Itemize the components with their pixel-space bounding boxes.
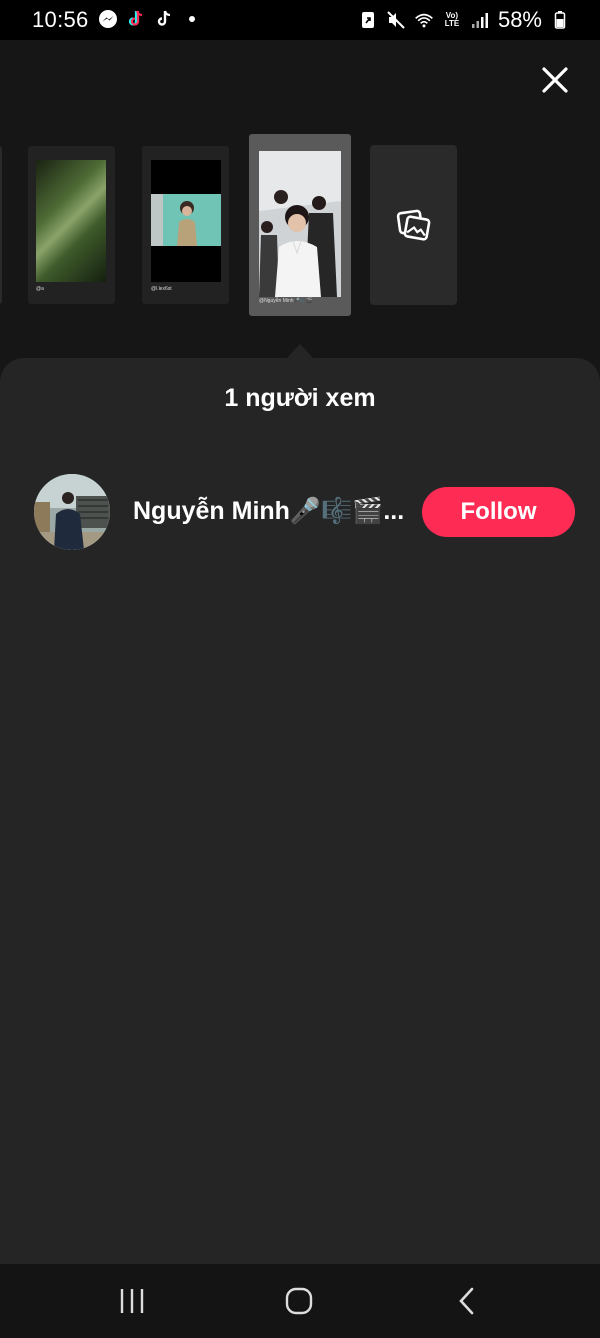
wifi-icon xyxy=(414,10,434,30)
mute-icon xyxy=(386,10,406,30)
sheet-pointer xyxy=(286,344,314,359)
tiktok-icon xyxy=(154,9,174,29)
back-button[interactable] xyxy=(449,1284,485,1318)
close-button[interactable] xyxy=(537,62,573,98)
battery-icon xyxy=(550,10,570,30)
messenger-icon xyxy=(98,9,118,29)
system-navigation-bar xyxy=(0,1264,600,1338)
viewer-name[interactable]: Nguyễn Minh🎤🎼🎬... xyxy=(133,497,404,526)
story-thumbnail-image xyxy=(259,151,341,297)
story-thumbnail-caption: @a xyxy=(36,286,44,292)
recents-icon xyxy=(120,1289,144,1313)
follow-button[interactable]: Follow xyxy=(422,487,575,537)
story-thumbnail-image xyxy=(151,160,221,282)
open-gallery-button[interactable] xyxy=(370,145,457,305)
story-thumbnail-1[interactable]: @a xyxy=(28,146,115,304)
volte-icon: Vo) LTE xyxy=(444,11,460,28)
notification-dot-icon xyxy=(182,9,202,29)
home-button[interactable] xyxy=(281,1284,317,1318)
status-time: 10:56 xyxy=(32,7,89,32)
story-thumbnail-2[interactable]: @l.lex6st xyxy=(142,146,229,304)
recents-button[interactable] xyxy=(114,1284,150,1318)
back-icon xyxy=(459,1287,474,1315)
viewer-list-item[interactable]: Nguyễn Minh🎤🎼🎬... Follow xyxy=(0,470,600,556)
save-icon xyxy=(358,10,378,30)
close-icon xyxy=(542,67,568,93)
status-system-icons: Vo) LTE 58% xyxy=(358,7,570,33)
signal-icon xyxy=(470,10,490,30)
home-icon xyxy=(285,1287,313,1315)
story-thumbnail-selected[interactable]: @Nguyễn Minh🎤🎼🎬 xyxy=(249,134,351,316)
story-thumbnail-partial[interactable] xyxy=(0,146,2,304)
avatar[interactable] xyxy=(34,474,110,550)
tiktok-lite-icon xyxy=(126,9,146,29)
gallery-icon xyxy=(396,209,431,241)
status-notification-icons xyxy=(98,9,202,29)
story-thumbnail-caption: @l.lex6st xyxy=(151,286,172,292)
viewer-count-title: 1 người xem xyxy=(224,384,376,412)
story-thumbnail-image xyxy=(36,160,106,282)
status-bar: 10:56 Vo) LTE 58% xyxy=(0,0,600,40)
battery-percent: 58% xyxy=(497,7,542,32)
story-thumbnail-caption: @Nguyễn Minh🎤🎼🎬 xyxy=(259,298,313,304)
